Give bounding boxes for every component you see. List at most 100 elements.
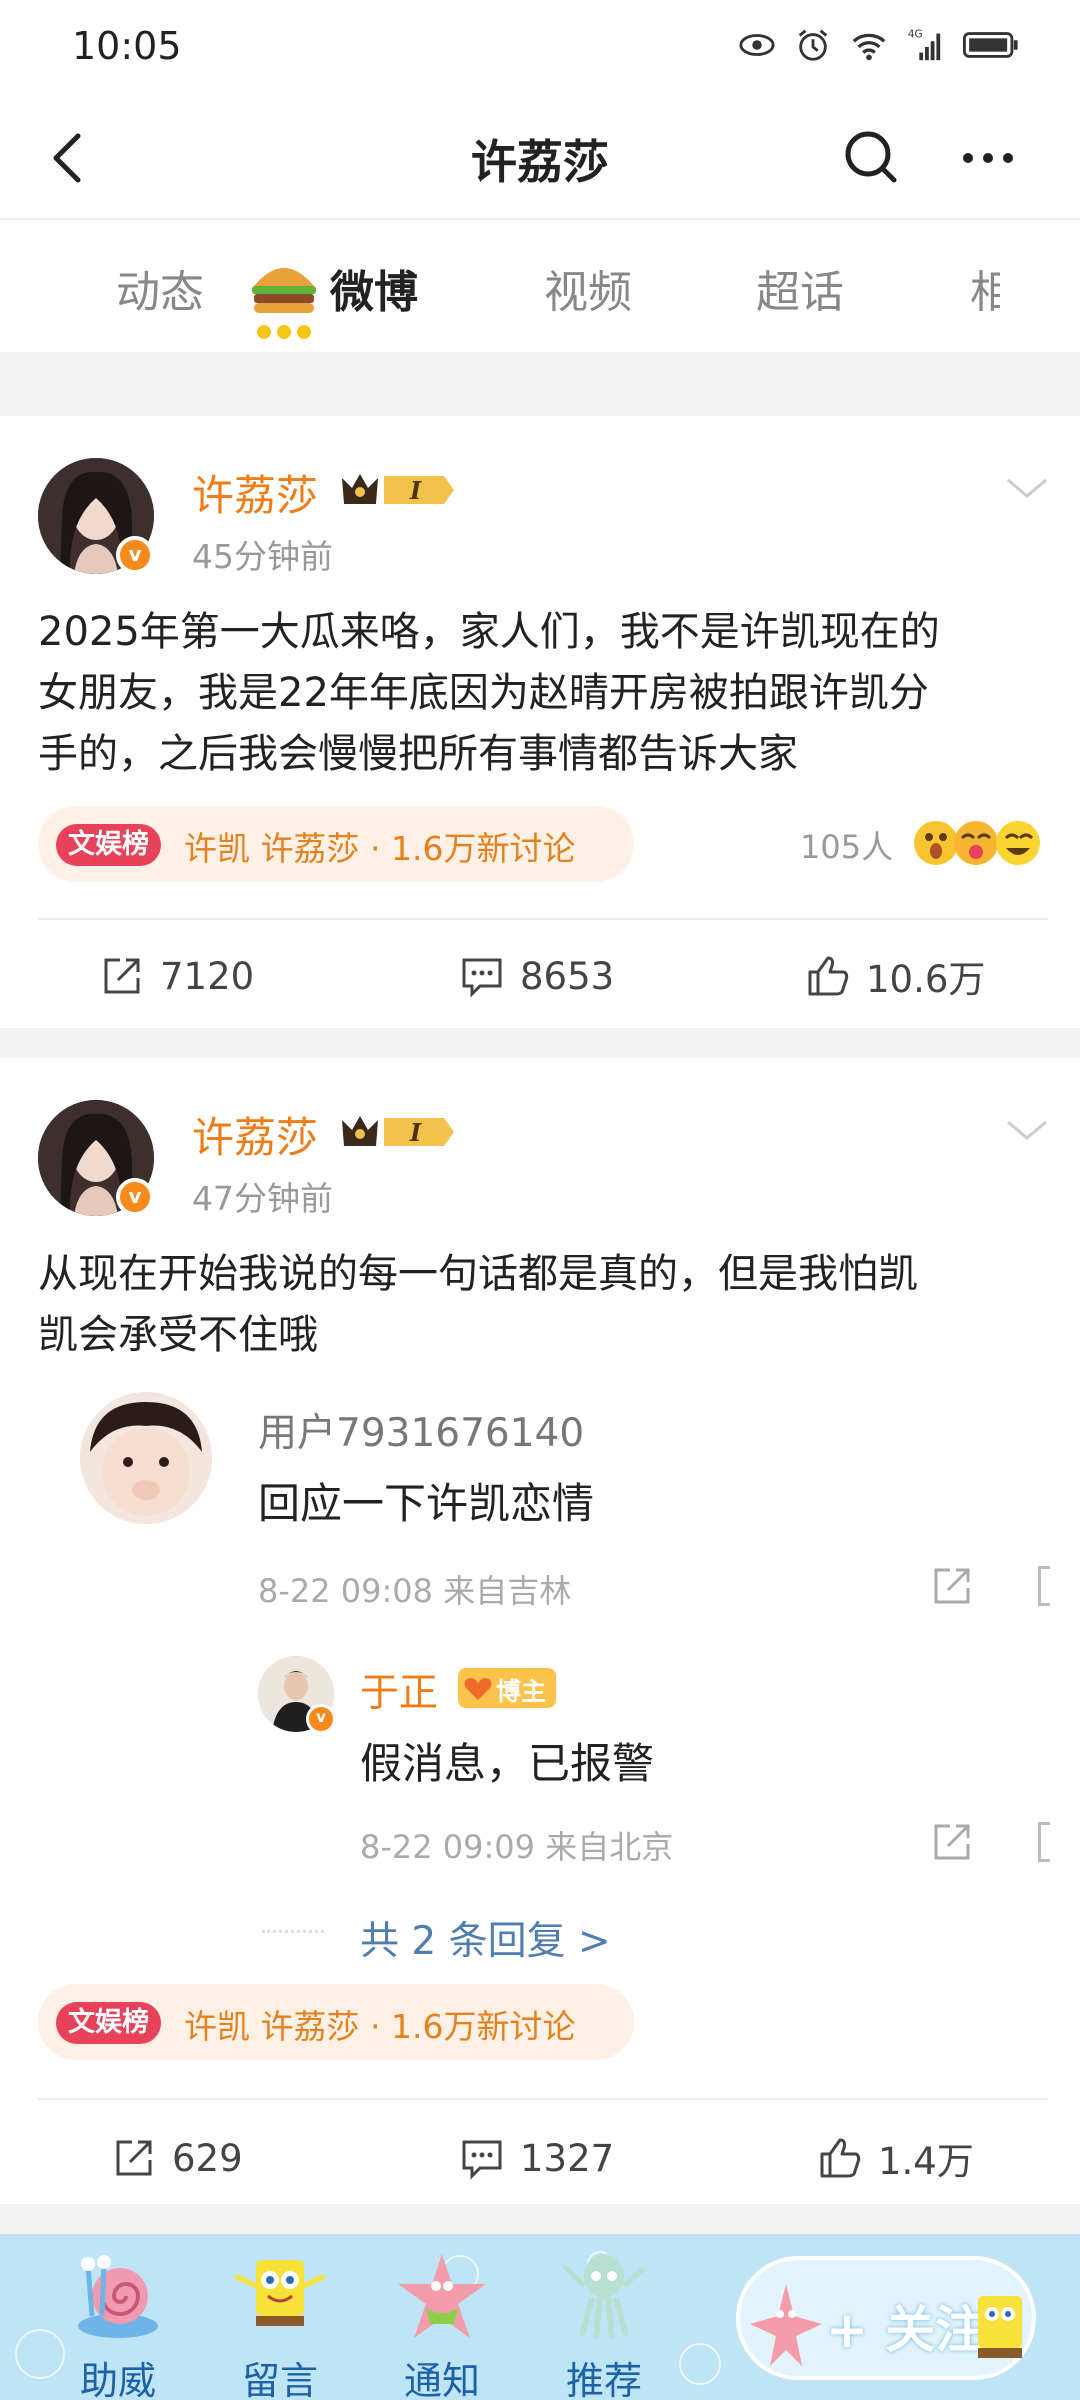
search-icon[interactable] — [832, 118, 912, 198]
snail-icon — [78, 2255, 158, 2338]
cheer-label: 助威 — [79, 2359, 156, 2400]
comment-icon — [462, 2140, 502, 2180]
reply-text: 假消息，已报警 — [360, 1739, 655, 1788]
message-button[interactable]: 留言 — [210, 2246, 350, 2400]
repost-count: 7120 — [160, 954, 255, 998]
post-author[interactable]: 许荔莎 — [192, 1104, 318, 1165]
follow-label: + 关注 — [826, 2301, 986, 2359]
child-portrait-image — [80, 1392, 212, 1524]
reply-meta: 8-22 09:09 来自北京 — [360, 1828, 674, 1866]
patrick-icon — [750, 2284, 822, 2366]
tab-weibo[interactable]: 微博 — [330, 256, 418, 320]
eye-icon — [739, 34, 775, 56]
share-icon[interactable] — [928, 1562, 976, 1610]
bottom-action-bar: 助威 留言 通知 推荐 + 关注 — [0, 2234, 1080, 2400]
tab-albums[interactable]: 相 — [970, 256, 1000, 320]
topic-label: 文娱榜 — [56, 2002, 161, 2044]
share-icon[interactable] — [928, 1818, 976, 1866]
post-author[interactable]: 许荔莎 — [192, 462, 318, 523]
post-text-line: 女朋友，我是22年年底因为赵晴开房被拍跟许凯分 — [38, 670, 929, 716]
verified-badge: v — [116, 536, 154, 574]
blogger-badge-label: 博主 — [496, 1677, 547, 1706]
post-time: 45分钟前 — [192, 537, 333, 576]
post-text-line: 凯会承受不住哦 — [38, 1312, 318, 1358]
topic-label: 文娱榜 — [56, 824, 161, 866]
spongebob-icon — [978, 2296, 1022, 2358]
post-card[interactable]: v 许荔莎 I 45分钟前 2025年第一大瓜来咯，家人们，我不是许凯现在的 女… — [0, 416, 1080, 1028]
repost-icon — [104, 958, 140, 994]
thumbs-up-icon — [808, 956, 849, 996]
wifi-icon — [852, 33, 886, 61]
tab-videos[interactable]: 视频 — [544, 256, 632, 320]
heart-badge-icon — [464, 1678, 492, 1700]
post-text-line: 手的，之后我会慢慢把所有事情都告诉大家 — [38, 731, 798, 777]
divider — [38, 2098, 1048, 2100]
comment-button[interactable]: 1327 — [458, 2128, 614, 2188]
battery-icon — [962, 32, 1018, 58]
like-button[interactable]: 1.4万 — [816, 2128, 974, 2188]
comment-count: 8653 — [520, 954, 615, 998]
alarm-icon — [798, 29, 828, 61]
blogger-badge: 博主 — [458, 1668, 556, 1708]
comment-count: 1327 — [520, 2136, 615, 2180]
post-text: 从现在开始我说的每一句话都是真的，但是我怕凯 凯会承受不住哦 — [38, 1244, 1048, 1366]
recommend-button[interactable]: 推荐 — [534, 2246, 674, 2400]
page-title: 许荔莎 — [471, 135, 609, 189]
signal-icon: 4G — [908, 28, 941, 61]
thumbs-up-icon — [820, 2138, 861, 2178]
post-card[interactable]: v 许荔莎 I 47分钟前 从现在开始我说的每一句话都是真的，但是我怕凯 凯会承… — [0, 1058, 1080, 2204]
level-text: I — [409, 476, 422, 505]
status-bar: 10:05 4G — [0, 0, 1080, 96]
follow-button[interactable]: + 关注 — [736, 2256, 1036, 2380]
nav-bar: 许荔莎 — [0, 96, 1080, 220]
verified-badge: v — [116, 1178, 154, 1216]
comment-text: 回应一下许凯恋情 — [258, 1479, 595, 1528]
reaction-count[interactable]: 105人 — [800, 822, 893, 868]
weibo-profile-screen: 10:05 4G 许荔莎 动态 微博 视频 超话 相 v 许荔莎 I 45分钟前… — [0, 0, 1080, 2400]
view-replies-link[interactable]: 共 2 条回复 > — [360, 1910, 611, 1966]
comment-avatar[interactable] — [80, 1392, 212, 1524]
tab-dynamics[interactable]: 动态 — [116, 256, 204, 320]
reply-like-partial-icon[interactable] — [1038, 1822, 1050, 1862]
status-time: 10:05 — [72, 24, 182, 68]
topic-pill[interactable]: 文娱榜 许凯 许荔莎 · 1.6万新讨论 — [38, 806, 634, 882]
reaction-emojis-icon[interactable] — [914, 818, 1044, 868]
level-text: I — [409, 1118, 422, 1147]
more-icon[interactable] — [948, 118, 1028, 198]
like-count: 1.4万 — [878, 2140, 974, 2183]
cheer-button[interactable]: 助威 — [48, 2246, 188, 2400]
repost-icon — [116, 2140, 152, 2176]
comment-like-partial-icon[interactable] — [1038, 1566, 1050, 1606]
post-text: 2025年第一大瓜来咯，家人们，我不是许凯现在的 女朋友，我是22年年底因为赵晴… — [38, 602, 1048, 785]
burger-icon — [252, 268, 316, 339]
comment-author[interactable]: 用户7931676140 — [258, 1402, 584, 1458]
comment-button[interactable]: 8653 — [458, 946, 614, 1006]
divider — [38, 918, 1048, 920]
repost-count: 629 — [172, 2136, 243, 2180]
comment-meta: 8-22 09:08 来自吉林 — [258, 1572, 572, 1610]
topic-pill[interactable]: 文娱榜 许凯 许荔莎 · 1.6万新讨论 — [38, 1984, 634, 2060]
repost-button[interactable]: 629 — [110, 2128, 243, 2188]
like-count: 10.6万 — [866, 958, 986, 1001]
repost-button[interactable]: 7120 — [98, 946, 254, 1006]
tab-super-topic[interactable]: 超话 — [756, 256, 844, 320]
notice-button[interactable]: 通知 — [372, 2246, 512, 2400]
message-label: 留言 — [241, 2359, 318, 2400]
post-text-line: 2025年第一大瓜来咯，家人们，我不是许凯现在的 — [38, 609, 940, 655]
like-button[interactable]: 10.6万 — [804, 946, 985, 1006]
chevron-down-icon[interactable] — [1004, 472, 1050, 502]
reply-author[interactable]: 于正 — [360, 1662, 438, 1718]
crown-level-badge: I — [342, 1116, 454, 1147]
squid-icon — [562, 2254, 646, 2339]
recommend-label: 推荐 — [565, 2359, 642, 2400]
starfish-icon — [398, 2254, 486, 2338]
profile-tabs: 动态 微博 视频 超话 相 — [0, 220, 1080, 352]
comment-icon — [462, 958, 502, 998]
status-icons: 4G — [738, 26, 1020, 64]
reply-dots — [262, 1930, 324, 1933]
sponge-icon — [234, 2260, 326, 2326]
topic-text: 许凯 许荔莎 · 1.6万新讨论 — [184, 829, 576, 868]
chevron-down-icon[interactable] — [1004, 1114, 1050, 1144]
post-text-line: 从现在开始我说的每一句话都是真的，但是我怕凯 — [38, 1251, 918, 1297]
network-type-label: 4G — [908, 28, 923, 40]
